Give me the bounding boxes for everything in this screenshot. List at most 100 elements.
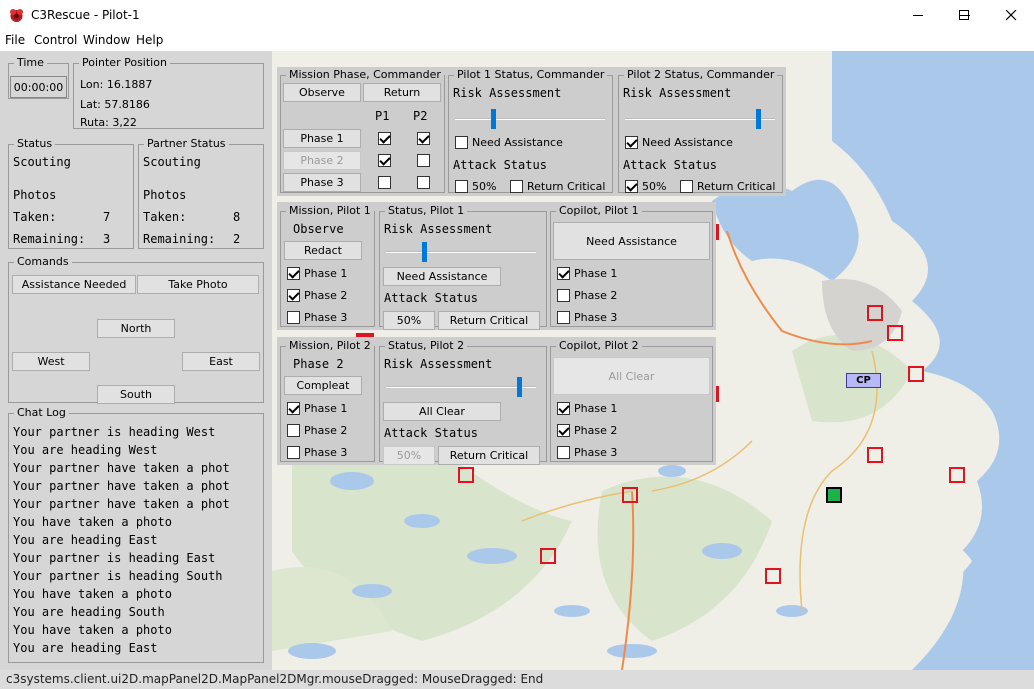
mission-pilot2-state: Phase 2 [293, 357, 344, 371]
pointer-position-label: Pointer Position [82, 56, 167, 69]
pilot1-return-critical-button[interactable]: Return Critical [438, 311, 540, 330]
copilot1-phase-2-checkbox[interactable] [557, 289, 570, 302]
mission-pilot1-state: Observe [293, 222, 344, 236]
pilot1-50pct-label: 50% [472, 180, 497, 193]
mission-pilot1-phase-1-checkbox[interactable] [287, 267, 300, 280]
copilot1-phase-3-checkbox[interactable] [557, 311, 570, 324]
close-button[interactable] [988, 0, 1034, 31]
take-photo-button[interactable]: Take Photo [137, 275, 259, 294]
copilot2-phase-2-label: Phase 2 [574, 424, 618, 437]
pilot1-need-assistance-button[interactable]: Need Assistance [383, 267, 501, 286]
pilot2-return-critical-label: Return Critical [697, 180, 776, 193]
pilot1-need-assistance-checkbox[interactable] [455, 136, 468, 149]
mission-pilot1-phase-3-checkbox[interactable] [287, 311, 300, 324]
photo-target-marker[interactable] [949, 467, 965, 483]
photo-target-marker[interactable] [867, 447, 883, 463]
pilot2-risk-slider-thumb[interactable] [755, 109, 761, 129]
status-pilot1-attack-label: Attack Status [384, 291, 478, 305]
photo-target-marker[interactable] [622, 487, 638, 503]
status-pilot1-risk-label: Risk Assessment [384, 222, 493, 236]
commander-observe-button[interactable]: Observe [283, 83, 361, 102]
status-photos: Photos [13, 188, 57, 202]
mission-pilot2-phase-3-checkbox[interactable] [287, 446, 300, 459]
status-pilot1-risk-slider[interactable] [386, 251, 536, 253]
photo-target-marker[interactable] [540, 548, 556, 564]
status-pilot1-risk-slider-thumb[interactable] [422, 242, 428, 262]
status-taken-label: Taken: [13, 210, 57, 224]
pilot2-need-assistance-checkbox[interactable] [625, 136, 638, 149]
partner-taken-value: 8 [233, 210, 241, 224]
mission-pilot1-phase-2-checkbox[interactable] [287, 289, 300, 302]
mission-pilot2-phase-1-checkbox[interactable] [287, 402, 300, 415]
assistance-needed-button[interactable]: Assistance Needed [12, 275, 136, 294]
west-button[interactable]: West [12, 352, 90, 371]
menu-window[interactable]: Window [83, 33, 130, 47]
chat-message: You have taken a photo [13, 623, 172, 637]
pilot2-risk-slider[interactable] [625, 118, 775, 120]
pilot2-return-critical-checkbox[interactable] [680, 180, 693, 193]
copilot1-label: Copilot, Pilot 1 [559, 204, 639, 217]
chat-message: Your partner have taken a phot [13, 479, 230, 493]
status-bar: c3systems.client.ui2D.mapPanel2D.MapPane… [0, 670, 1034, 689]
pilot1-50pct-button[interactable]: 50% [383, 311, 435, 330]
photo-target-marker[interactable] [765, 568, 781, 584]
photo-target-marker[interactable] [908, 366, 924, 382]
minimize-button-alt[interactable] [895, 0, 941, 31]
mission-pilot1-phase-3-label: Phase 3 [304, 311, 348, 324]
copilot2-all-clear-button[interactable]: All Clear [553, 357, 710, 395]
copilot2-phase-3-checkbox[interactable] [557, 446, 570, 459]
commander-return-button[interactable]: Return [363, 83, 441, 102]
status-label: Status [17, 137, 53, 150]
east-button[interactable]: East [182, 352, 260, 371]
commander-phase-1-p1-checkbox[interactable] [378, 132, 391, 145]
pilot2-all-clear-button[interactable]: All Clear [383, 402, 501, 421]
south-button[interactable]: South [97, 385, 175, 404]
menu-control[interactable]: Control [34, 33, 77, 47]
pilot1-risk-slider[interactable] [455, 118, 605, 120]
copilot2-phase-2-checkbox[interactable] [557, 424, 570, 437]
commander-phase-3-button[interactable]: Phase 3 [283, 173, 361, 192]
commander-panel: Mission Phase, Commander Observe Return … [277, 67, 786, 196]
pilot1-panel: Mission, Pilot 1 Observe Redact Phase 1 P… [277, 202, 716, 330]
pilot-position-marker[interactable] [826, 487, 842, 503]
pilot1-redact-button[interactable]: Redact [284, 241, 362, 260]
copilot2-phase-1-checkbox[interactable] [557, 402, 570, 415]
pilot1-risk-slider-thumb[interactable] [491, 109, 497, 129]
window-title: C3Rescue - Pilot-1 [31, 8, 140, 22]
commander-phase-3-p2-checkbox[interactable] [417, 176, 430, 189]
commander-phase-1-button[interactable]: Phase 1 [283, 129, 361, 148]
photo-target-marker[interactable] [458, 467, 474, 483]
commander-phase-1-p2-checkbox[interactable] [417, 132, 430, 145]
commander-phase-2-p1-checkbox[interactable] [378, 154, 391, 167]
menu-help[interactable]: Help [136, 33, 163, 47]
copilot1-phase-1-checkbox[interactable] [557, 267, 570, 280]
pilot2-return-critical-button[interactable]: Return Critical [438, 446, 540, 465]
commander-phase-3-p1-checkbox[interactable] [378, 176, 391, 189]
partner-status-state: Scouting [143, 155, 201, 169]
status-pilot2-risk-slider-thumb[interactable] [516, 377, 522, 397]
pilot2-50pct-checkbox[interactable] [625, 180, 638, 193]
photo-target-marker[interactable] [887, 325, 903, 341]
status-group: Status Scouting Photos Taken: 7 Remainin… [8, 138, 134, 249]
time-group: Time 00:00:00 [8, 57, 69, 99]
copilot1-need-assistance-button[interactable]: Need Assistance [553, 222, 710, 260]
commander-phase-2-button[interactable]: Phase 2 [283, 151, 361, 170]
pilot2-compleat-button[interactable]: Compleat [284, 376, 362, 395]
pilot1-50pct-checkbox[interactable] [455, 180, 468, 193]
pilot2-need-assistance-label: Need Assistance [642, 136, 733, 149]
photo-target-marker[interactable] [867, 305, 883, 321]
north-button[interactable]: North [97, 319, 175, 338]
pilot2-50pct-button[interactable]: 50% [383, 446, 435, 465]
menu-file[interactable]: File [5, 33, 25, 47]
chat-message: You have taken a photo [13, 515, 172, 529]
status-pilot2-risk-slider[interactable] [386, 386, 536, 388]
status-remaining-label: Remaining: [13, 232, 86, 246]
command-post-marker[interactable]: CP [846, 373, 881, 388]
commander-phase-2-p2-checkbox[interactable] [417, 154, 430, 167]
maximize-button[interactable] [941, 0, 987, 31]
chat-message: Your partner is heading West [13, 425, 216, 439]
close-icon [1005, 10, 1016, 21]
mission-pilot2-phase-2-checkbox[interactable] [287, 424, 300, 437]
pilot1-return-critical-checkbox[interactable] [510, 180, 523, 193]
status-remaining-value: 3 [103, 232, 111, 246]
